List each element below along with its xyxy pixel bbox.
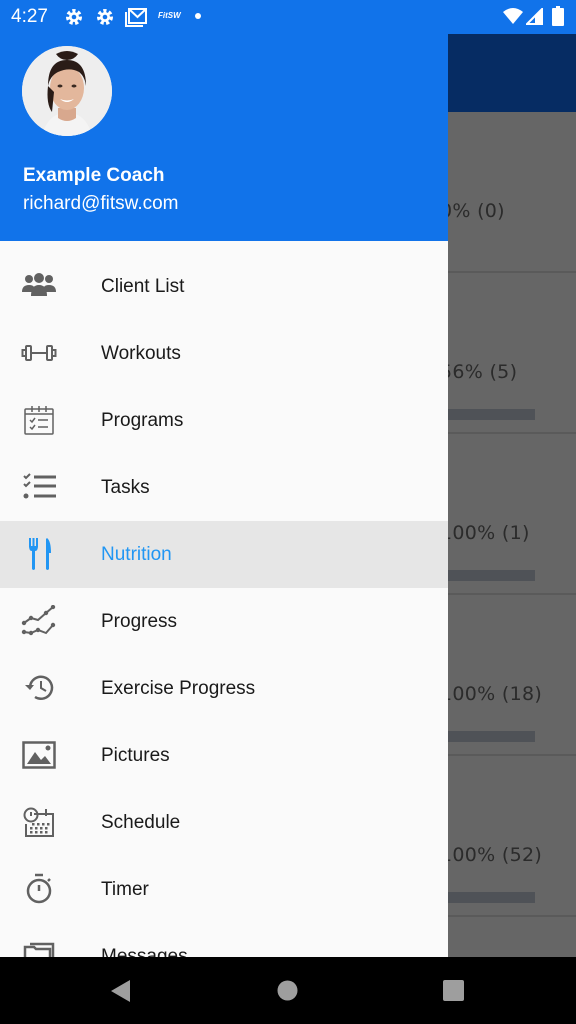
schedule-icon [20, 805, 58, 839]
drawer-menu: Client List Workouts Programs Tasks Nutr… [0, 253, 448, 957]
row-progress-bar [440, 892, 535, 903]
row-progress-bar [440, 409, 535, 420]
menu-item-label: Nutrition [101, 543, 172, 565]
gmail-icon [125, 7, 147, 32]
history-icon [20, 671, 58, 705]
fork-knife-icon [20, 537, 58, 571]
clients-icon [20, 269, 58, 303]
menu-item-client-list[interactable]: Client List [0, 253, 448, 320]
menu-item-label: Workouts [101, 342, 181, 364]
wifi-icon [503, 8, 523, 29]
menu-item-schedule[interactable]: Schedule [0, 789, 448, 856]
stopwatch-icon [20, 872, 58, 906]
battery-icon [552, 6, 564, 31]
menu-item-pictures[interactable]: Pictures [0, 722, 448, 789]
messages-icon [20, 939, 58, 957]
progress-chart-icon [20, 604, 58, 638]
dot-icon [195, 13, 201, 19]
recents-button[interactable] [443, 980, 464, 1006]
menu-item-label: Programs [101, 409, 184, 431]
menu-item-workouts[interactable]: Workouts [0, 320, 448, 387]
row-progress-bar [440, 570, 535, 581]
menu-item-label: Client List [101, 275, 185, 297]
user-name: Example Coach [23, 165, 165, 186]
avatar[interactable] [22, 46, 112, 136]
menu-item-exercise-progress[interactable]: Exercise Progress [0, 655, 448, 722]
row-value: 0% (0) [440, 200, 505, 222]
status-bar: 4:27 FitSW [0, 0, 576, 34]
menu-item-tasks[interactable]: Tasks [0, 454, 448, 521]
menu-item-messages[interactable]: Messages [0, 923, 448, 957]
user-email: richard@fitsw.com [23, 193, 179, 214]
status-time: 4:27 [11, 6, 48, 27]
row-value: 100% (1) [440, 522, 530, 544]
fitsw-icon: FitSW [158, 11, 181, 20]
menu-item-label: Pictures [101, 744, 170, 766]
avatar-photo [22, 46, 112, 136]
row-progress-bar [440, 731, 535, 742]
menu-item-label: Messages [101, 945, 188, 958]
menu-item-timer[interactable]: Timer [0, 856, 448, 923]
calendar-checklist-icon [20, 403, 58, 437]
settings-icon [95, 7, 115, 32]
system-nav-bar [0, 957, 576, 1024]
menu-item-label: Timer [101, 878, 149, 900]
menu-item-nutrition[interactable]: Nutrition [0, 521, 448, 588]
row-value: 100% (18) [440, 683, 543, 705]
back-button[interactable] [110, 979, 132, 1008]
menu-item-label: Schedule [101, 811, 181, 833]
signal-icon [524, 6, 543, 30]
menu-item-programs[interactable]: Programs [0, 387, 448, 454]
menu-item-label: Tasks [101, 476, 150, 498]
menu-item-label: Exercise Progress [101, 677, 256, 699]
menu-item-label: Progress [101, 610, 178, 632]
dumbbell-icon [20, 336, 58, 370]
settings-icon [64, 7, 84, 32]
row-value: 100% (52) [440, 844, 543, 866]
home-button[interactable] [277, 980, 298, 1006]
image-icon [20, 738, 58, 772]
checklist-icon [20, 470, 58, 504]
navigation-drawer: Example Coach richard@fitsw.com Client L… [0, 0, 448, 957]
menu-item-progress[interactable]: Progress [0, 588, 448, 655]
drawer-header: Example Coach richard@fitsw.com [0, 34, 448, 241]
row-value: 56% (5) [440, 361, 518, 383]
